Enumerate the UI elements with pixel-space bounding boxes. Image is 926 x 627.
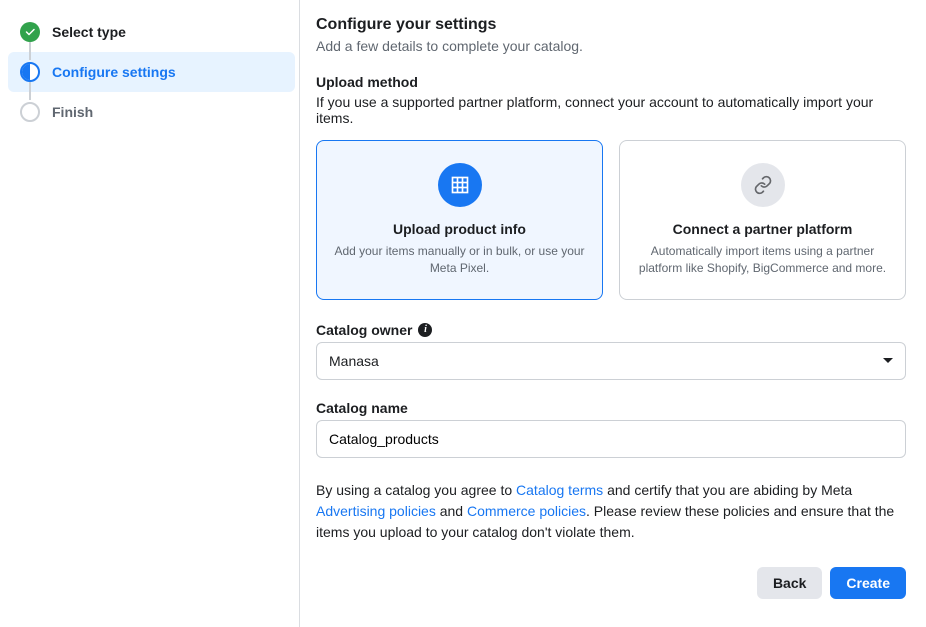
legal-fragment: and: [436, 503, 467, 519]
main-content: Configure your settings Add a few detail…: [300, 0, 926, 627]
catalog-owner-select[interactable]: Manasa: [316, 342, 906, 380]
footer-actions: Back Create: [316, 567, 906, 599]
grid-icon: [438, 163, 482, 207]
page-title: Configure your settings: [316, 16, 906, 34]
card-title: Upload product info: [333, 221, 586, 237]
step-label: Select type: [52, 24, 126, 40]
legal-fragment: and certify that you are abiding by Meta: [603, 482, 852, 498]
card-desc: Add your items manually or in bulk, or u…: [333, 243, 586, 277]
step-select-type[interactable]: Select type: [8, 12, 295, 52]
upload-method-label: Upload method: [316, 74, 906, 90]
link-catalog-terms[interactable]: Catalog terms: [516, 482, 603, 498]
upload-method-cards: Upload product info Add your items manua…: [316, 140, 906, 300]
half-circle-icon: [20, 62, 40, 82]
check-icon: [20, 22, 40, 42]
create-button[interactable]: Create: [830, 567, 906, 599]
page-subtitle: Add a few details to complete your catal…: [316, 38, 906, 54]
back-button[interactable]: Back: [757, 567, 822, 599]
link-icon: [741, 163, 785, 207]
select-value: Manasa: [329, 353, 379, 369]
card-connect-partner-platform[interactable]: Connect a partner platform Automatically…: [619, 140, 906, 300]
steps-sidebar: Select type Configure settings Finish: [0, 0, 300, 627]
step-finish[interactable]: Finish: [8, 92, 295, 132]
legal-fragment: By using a catalog you agree to: [316, 482, 516, 498]
link-advertising-policies[interactable]: Advertising policies: [316, 503, 436, 519]
legal-text: By using a catalog you agree to Catalog …: [316, 480, 906, 543]
info-icon[interactable]: i: [418, 323, 432, 337]
link-commerce-policies[interactable]: Commerce policies: [467, 503, 586, 519]
catalog-name-input[interactable]: [316, 420, 906, 458]
label-text: Catalog owner: [316, 322, 412, 338]
card-upload-product-info[interactable]: Upload product info Add your items manua…: [316, 140, 603, 300]
step-configure-settings[interactable]: Configure settings: [8, 52, 295, 92]
catalog-name-label: Catalog name: [316, 400, 906, 416]
card-title: Connect a partner platform: [636, 221, 889, 237]
step-label: Finish: [52, 104, 93, 120]
empty-circle-icon: [20, 102, 40, 122]
card-desc: Automatically import items using a partn…: [636, 243, 889, 277]
chevron-down-icon: [883, 358, 893, 363]
upload-method-desc: If you use a supported partner platform,…: [316, 94, 906, 126]
catalog-owner-label: Catalog owner i: [316, 322, 906, 338]
step-label: Configure settings: [52, 64, 176, 80]
